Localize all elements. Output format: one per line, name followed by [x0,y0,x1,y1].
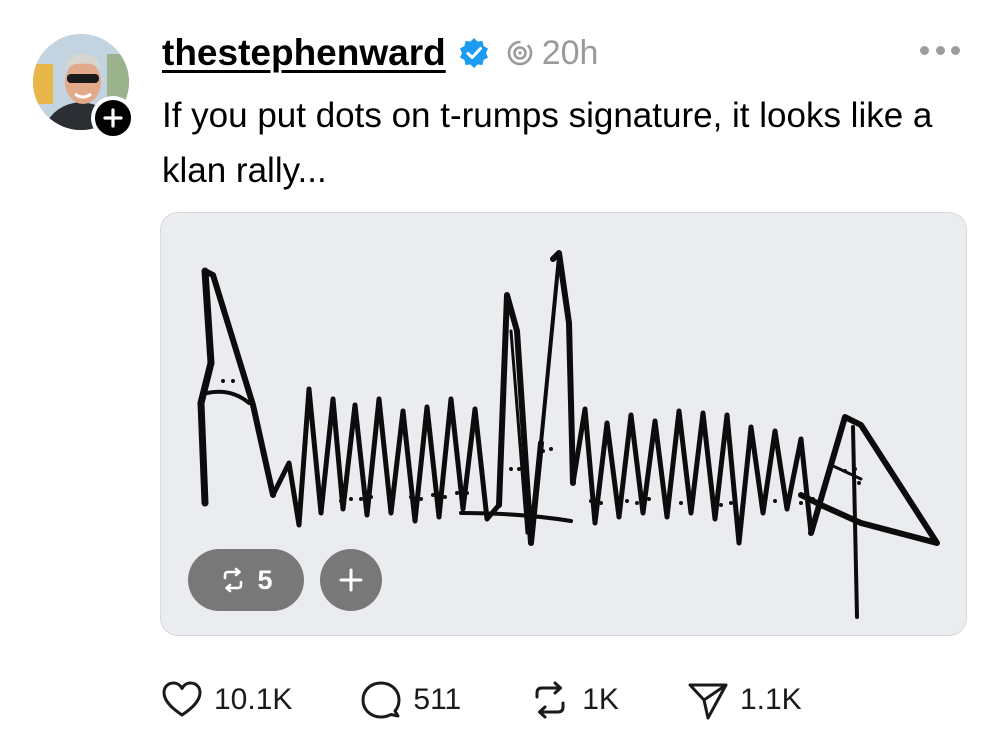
post-header: thestephenward 20h [162,30,598,76]
more-icon[interactable] [920,38,960,62]
post-time: 20h [541,33,599,72]
image-repost-count-button[interactable]: 5 [188,549,304,611]
like-button[interactable]: 10.1K [160,678,292,722]
image-add-button[interactable] [320,549,382,611]
plus-icon [339,568,363,592]
action-bar: 10.1K 511 1K 1.1K [160,670,869,730]
plus-icon [103,108,123,128]
heart-icon [162,681,202,717]
more-dot [935,45,945,55]
share-button[interactable]: 1.1K [686,678,802,722]
verified-badge-icon [459,38,488,68]
post-text: If you put dots on t-rumps signature, it… [162,96,933,190]
comment-icon [361,681,401,719]
repost-button[interactable]: 1K [528,678,619,722]
share-count: 1.1K [739,683,802,716]
avatar-container[interactable] [33,34,135,140]
post-image[interactable]: 5 [160,212,967,636]
send-icon [688,683,728,720]
thread-loop-icon [507,40,533,66]
repost-icon [224,567,243,593]
follow-button[interactable] [91,96,135,140]
repost-icon [535,681,565,719]
repost-count: 1K [582,683,619,716]
like-count: 10.1K [214,683,293,716]
image-repost-count: 5 [257,564,273,595]
more-dot [951,45,960,55]
more-dot [920,45,929,55]
reply-count: 511 [413,683,462,716]
username-link[interactable]: thestephenward [162,32,446,74]
reply-button[interactable]: 511 [359,678,461,722]
